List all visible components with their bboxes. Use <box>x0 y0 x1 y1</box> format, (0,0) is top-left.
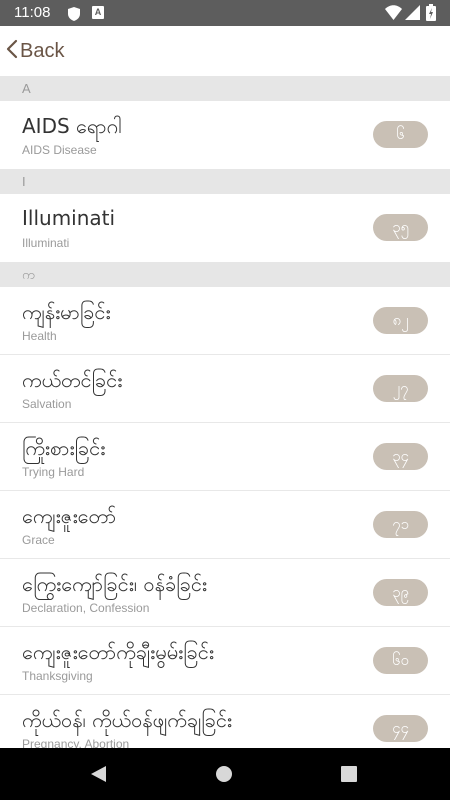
battery-icon <box>426 4 436 25</box>
nav-home-icon[interactable] <box>216 766 232 782</box>
list-item[interactable]: ကျန်းမာခြင်း Health ၈၂ <box>0 287 450 355</box>
list-item-title: ကျေးဇူးတော်ကိုချီးမွမ်းခြင်း <box>22 640 214 664</box>
section-header-a: A <box>0 76 450 101</box>
status-time: 11:08 <box>14 4 51 21</box>
list-item[interactable]: ကြိုးစားခြင်း Trying Hard ၃၄ <box>0 423 450 491</box>
count-badge: ၆၀ <box>373 647 428 674</box>
section-header-ka: က <box>0 262 450 287</box>
list-item-title: Illuminati <box>22 206 116 230</box>
list-item[interactable]: ကယ်တင်ခြင်း Salvation ၂၇ <box>0 355 450 423</box>
count-badge: ၄၄ <box>373 715 428 742</box>
nav-back-icon[interactable] <box>90 765 107 787</box>
list-item[interactable]: AIDS ရောဂါ AIDS Disease ၆ <box>0 101 450 169</box>
list-item-title: ကြိုးစားခြင်း <box>22 436 106 460</box>
nav-recent-icon[interactable] <box>341 766 357 782</box>
list-item-subtitle: Health <box>22 329 57 343</box>
list-item-title: ကယ်တင်ခြင်း <box>22 368 123 392</box>
count-badge: ၃၅ <box>373 214 428 241</box>
list-item-title: AIDS ရောဂါ <box>22 114 122 138</box>
a-notification-icon: A <box>92 6 104 19</box>
count-badge: ၃၄ <box>373 443 428 470</box>
section-header-i: I <box>0 169 450 194</box>
list-item-subtitle: Thanksgiving <box>22 669 93 683</box>
count-badge: ၂၇ <box>373 375 428 402</box>
list-item-title: ကြွေးကျော်ခြင်း၊ ဝန်ခံခြင်း <box>22 572 207 596</box>
list-item-subtitle: Pregnancy, Abortion <box>22 737 130 748</box>
list-item-subtitle: AIDS Disease <box>22 143 97 157</box>
list-item-subtitle: Illuminati <box>22 236 70 250</box>
list-item-title: ကျေးဇူးတော် <box>22 504 117 528</box>
list-item-subtitle: Declaration, Confession <box>22 601 150 615</box>
count-badge: ၈၂ <box>373 307 428 334</box>
system-nav-bar <box>0 748 450 800</box>
topic-list[interactable]: A AIDS ရောဂါ AIDS Disease ၆ I Illuminati… <box>0 76 450 748</box>
list-item-subtitle: Grace <box>22 533 55 547</box>
list-item-title: ကျန်းမာခြင်း <box>22 300 111 324</box>
back-button[interactable]: Back <box>6 38 64 64</box>
list-item[interactable]: Illuminati Illuminati ၃၅ <box>0 194 450 262</box>
list-item-subtitle: Trying Hard <box>22 465 85 479</box>
wifi-icon <box>385 5 402 24</box>
list-item[interactable]: ကြွေးကျော်ခြင်း၊ ဝန်ခံခြင်း Declaration,… <box>0 559 450 627</box>
count-badge: ၆ <box>373 121 428 148</box>
count-badge: ၃၉ <box>373 579 428 606</box>
list-item-subtitle: Salvation <box>22 397 72 411</box>
list-item[interactable]: ကိုယ်ဝန်၊ ကိုယ်ဝန်ဖျက်ချခြင်း Pregnancy,… <box>0 695 450 748</box>
shield-icon <box>68 6 80 25</box>
signal-icon <box>405 5 420 24</box>
status-bar: 11:08 A <box>0 0 450 26</box>
chevron-left-icon <box>6 39 18 63</box>
list-item-title: ကိုယ်ဝန်၊ ကိုယ်ဝန်ဖျက်ချခြင်း <box>22 708 233 732</box>
app-header: Back <box>0 26 450 76</box>
back-label: Back <box>20 39 65 62</box>
list-item[interactable]: ကျေးဇူးတော် Grace ၇၁ <box>0 491 450 559</box>
list-item[interactable]: ကျေးဇူးတော်ကိုချီးမွမ်းခြင်း Thanksgivin… <box>0 627 450 695</box>
count-badge: ၇၁ <box>373 511 428 538</box>
